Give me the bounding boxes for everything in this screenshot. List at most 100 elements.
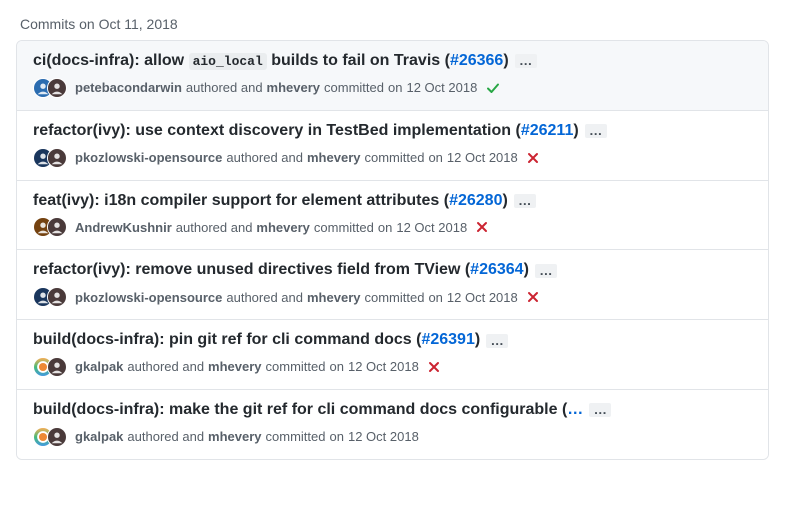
commit-title-link[interactable]: refactor(ivy): use context discovery in … bbox=[33, 121, 579, 142]
commit-title-text: refactor(ivy): use context discovery in … bbox=[33, 122, 521, 139]
commit-date: 12 Oct 2018 bbox=[348, 429, 419, 444]
commit-title-link[interactable]: refactor(ivy): remove unused directives … bbox=[33, 260, 529, 281]
avatar bbox=[47, 287, 67, 307]
meta-text: committed bbox=[364, 290, 424, 305]
pr-link[interactable]: #26364 bbox=[470, 261, 523, 278]
ellipsis-icon: … bbox=[519, 58, 532, 64]
commit-committer-link[interactable]: mhevery bbox=[307, 290, 360, 305]
commit-title-code: aio_local bbox=[189, 53, 267, 70]
expand-commit-button[interactable]: … bbox=[535, 264, 557, 278]
commit-title-text: ) bbox=[503, 52, 508, 69]
commit-date: 12 Oct 2018 bbox=[406, 80, 477, 95]
commit-title-link[interactable]: build(docs-infra): pin git ref for cli c… bbox=[33, 330, 480, 351]
commit-date: 12 Oct 2018 bbox=[396, 220, 467, 235]
commit-date: 12 Oct 2018 bbox=[447, 290, 518, 305]
commit-author-link[interactable]: gkalpak bbox=[75, 359, 123, 374]
commit-author-link[interactable]: petebacondarwin bbox=[75, 80, 182, 95]
x-icon[interactable] bbox=[475, 220, 489, 234]
ellipsis-icon: … bbox=[518, 198, 531, 204]
ellipsis-icon: … bbox=[589, 128, 602, 134]
commit-author-link[interactable]: AndrewKushnir bbox=[75, 220, 172, 235]
expand-commit-button[interactable]: … bbox=[486, 334, 508, 348]
commit-author-link[interactable]: pkozlowski-opensource bbox=[75, 150, 222, 165]
meta-text: on bbox=[330, 359, 344, 374]
expand-commit-button[interactable]: … bbox=[515, 54, 537, 68]
commit-meta: pkozlowski-opensource authored and mheve… bbox=[33, 148, 752, 168]
commit-title-link[interactable]: build(docs-infra): make the git ref for … bbox=[33, 400, 583, 421]
meta-text: on bbox=[388, 80, 402, 95]
meta-text: on bbox=[428, 290, 442, 305]
commit-title-text: ) bbox=[475, 331, 480, 348]
ellipsis-icon: … bbox=[491, 338, 504, 344]
meta-text: authored and bbox=[176, 220, 253, 235]
meta-text: on bbox=[428, 150, 442, 165]
commit-committer-link[interactable]: mhevery bbox=[267, 80, 320, 95]
commit-title-text: builds to fail on Travis ( bbox=[267, 52, 450, 69]
pr-link[interactable]: #26280 bbox=[449, 192, 502, 209]
meta-text: committed bbox=[364, 150, 424, 165]
meta-text: committed bbox=[266, 359, 326, 374]
commit-title-text: ) bbox=[502, 192, 507, 209]
meta-text: authored and bbox=[127, 429, 204, 444]
commit-item: refactor(ivy): remove unused directives … bbox=[17, 250, 768, 320]
avatar bbox=[47, 357, 67, 377]
commit-date: 12 Oct 2018 bbox=[447, 150, 518, 165]
commit-title-text: build(docs-infra): make the git ref for … bbox=[33, 401, 567, 418]
commit-committer-link[interactable]: mhevery bbox=[307, 150, 360, 165]
expand-commit-button[interactable]: … bbox=[585, 124, 607, 138]
avatar-stack[interactable] bbox=[33, 287, 67, 307]
commit-title-text: feat(ivy): i18n compiler support for ele… bbox=[33, 192, 449, 209]
commit-title-link[interactable]: feat(ivy): i18n compiler support for ele… bbox=[33, 191, 508, 212]
commit-title-text: ) bbox=[573, 122, 578, 139]
commit-committer-link[interactable]: mhevery bbox=[256, 220, 309, 235]
avatar-stack[interactable] bbox=[33, 357, 67, 377]
commit-title-text: build(docs-infra): pin git ref for cli c… bbox=[33, 331, 421, 348]
expand-commit-button[interactable]: … bbox=[589, 403, 611, 417]
commit-item: refactor(ivy): use context discovery in … bbox=[17, 111, 768, 181]
pr-link[interactable]: #26366 bbox=[450, 52, 503, 69]
commit-item: build(docs-infra): make the git ref for … bbox=[17, 390, 768, 459]
commit-meta: petebacondarwin authored and mhevery com… bbox=[33, 78, 752, 98]
meta-text: on bbox=[330, 429, 344, 444]
commit-date: 12 Oct 2018 bbox=[348, 359, 419, 374]
avatar bbox=[47, 427, 67, 447]
check-icon[interactable] bbox=[485, 80, 501, 96]
commit-meta: pkozlowski-opensource authored and mheve… bbox=[33, 287, 752, 307]
commit-title-link[interactable]: ci(docs-infra): allow aio_local builds t… bbox=[33, 51, 509, 72]
pr-link[interactable]: #26211 bbox=[521, 122, 574, 139]
commit-item: feat(ivy): i18n compiler support for ele… bbox=[17, 181, 768, 251]
ellipsis-icon: … bbox=[594, 407, 607, 413]
commit-meta: gkalpak authored and mhevery committed o… bbox=[33, 357, 752, 377]
meta-text: authored and bbox=[226, 290, 303, 305]
commit-title-text: refactor(ivy): remove unused directives … bbox=[33, 261, 470, 278]
x-icon[interactable] bbox=[526, 151, 540, 165]
commit-author-link[interactable]: gkalpak bbox=[75, 429, 123, 444]
meta-text: authored and bbox=[127, 359, 204, 374]
expand-commit-button[interactable]: … bbox=[514, 194, 536, 208]
avatar-stack[interactable] bbox=[33, 217, 67, 237]
pr-link[interactable]: … bbox=[567, 401, 583, 418]
meta-text: committed bbox=[324, 80, 384, 95]
commit-author-link[interactable]: pkozlowski-opensource bbox=[75, 290, 222, 305]
commit-committer-link[interactable]: mhevery bbox=[208, 429, 261, 444]
meta-text: authored and bbox=[186, 80, 263, 95]
commit-meta: AndrewKushnir authored and mhevery commi… bbox=[33, 217, 752, 237]
commit-meta: gkalpak authored and mhevery committed o… bbox=[33, 427, 752, 447]
commit-committer-link[interactable]: mhevery bbox=[208, 359, 261, 374]
x-icon[interactable] bbox=[526, 290, 540, 304]
commit-title-text: ci(docs-infra): allow bbox=[33, 52, 189, 69]
meta-text: authored and bbox=[226, 150, 303, 165]
avatar bbox=[47, 78, 67, 98]
avatar-stack[interactable] bbox=[33, 78, 67, 98]
commits-date-header: Commits on Oct 11, 2018 bbox=[16, 16, 769, 40]
commit-list: ci(docs-infra): allow aio_local builds t… bbox=[16, 40, 769, 460]
avatar-stack[interactable] bbox=[33, 148, 67, 168]
meta-text: committed bbox=[266, 429, 326, 444]
x-icon[interactable] bbox=[427, 360, 441, 374]
avatar bbox=[47, 217, 67, 237]
pr-link[interactable]: #26391 bbox=[421, 331, 474, 348]
meta-text: committed bbox=[314, 220, 374, 235]
commit-title-text: ) bbox=[524, 261, 529, 278]
commit-item: build(docs-infra): pin git ref for cli c… bbox=[17, 320, 768, 390]
avatar-stack[interactable] bbox=[33, 427, 67, 447]
